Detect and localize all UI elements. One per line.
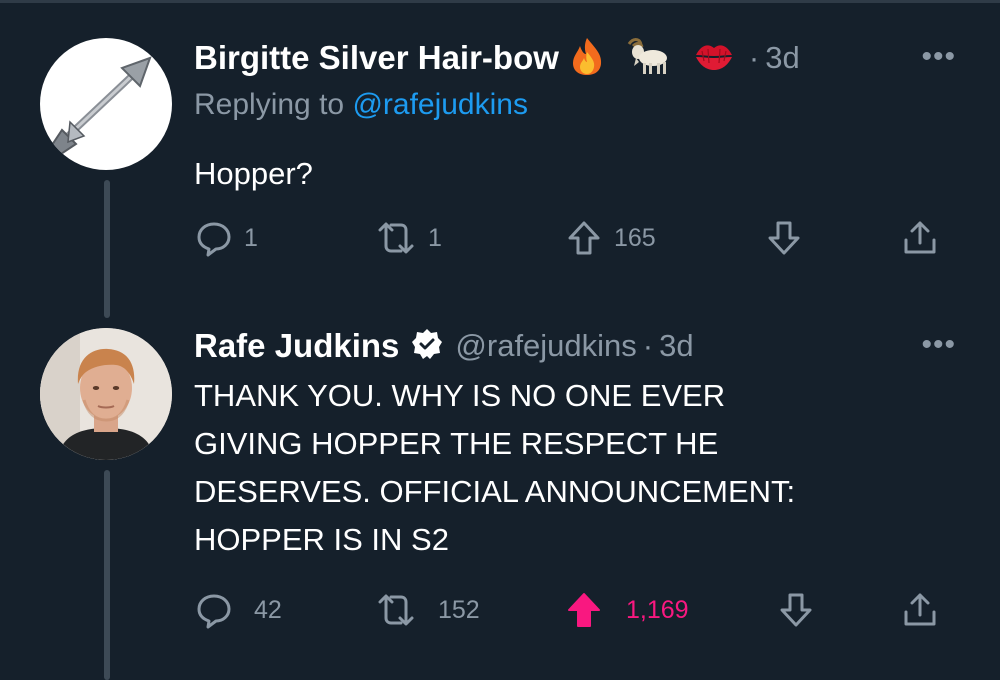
upvote-button[interactable]: 165 — [564, 218, 656, 258]
more-options-button[interactable]: ••• — [921, 40, 956, 74]
retweet-icon — [378, 594, 414, 626]
upvote-arrow-icon — [568, 221, 600, 255]
retweet-icon — [378, 222, 414, 254]
share-button[interactable] — [900, 218, 940, 258]
separator-dot: · — [748, 40, 760, 75]
replying-to-handle-link[interactable]: @rafejudkins — [352, 88, 528, 121]
timestamp[interactable]: 3d — [765, 40, 799, 76]
reply-icon — [197, 594, 231, 629]
downvote-arrow-icon — [768, 221, 800, 255]
tweet-rafe[interactable]: Rafe Judkins @rafejudkins · 3d ••• THANK… — [0, 318, 1000, 680]
tweet-text: THANK YOU. WHY IS NO ONE EVER GIVING HOP… — [194, 378, 796, 557]
share-button[interactable] — [900, 590, 940, 630]
reply-count: 42 — [254, 595, 282, 624]
retweet-count: 1 — [428, 223, 442, 252]
person-photo — [40, 328, 172, 460]
author-handle[interactable]: @rafejudkins — [455, 328, 636, 364]
upvote-count: 165 — [614, 223, 656, 252]
more-options-button[interactable]: ••• — [921, 328, 956, 362]
arrow-icon — [48, 56, 152, 158]
retweet-count: 152 — [438, 595, 480, 624]
upvote-button[interactable]: 1,169 — [564, 590, 689, 630]
share-icon — [904, 221, 936, 254]
author-name[interactable]: Birgitte Silver Hair-bow — [194, 39, 559, 77]
separator-dot: · — [642, 328, 654, 363]
goat-icon — [623, 36, 671, 81]
replying-to-label: Replying to — [194, 88, 345, 121]
downvote-arrow-icon — [780, 593, 812, 627]
tweet-text: Hopper? — [194, 156, 313, 191]
upvote-arrow-icon — [568, 593, 600, 627]
downvote-button[interactable] — [776, 590, 816, 630]
avatar[interactable] — [40, 38, 172, 170]
fire-icon — [569, 36, 605, 81]
timestamp[interactable]: 3d — [659, 328, 693, 364]
kiss-mark-icon — [693, 39, 735, 78]
action-bar: 1 1 165 — [194, 218, 954, 262]
retweet-button[interactable]: 152 — [374, 590, 480, 630]
upvote-count: 1,169 — [626, 595, 689, 624]
reply-count: 1 — [244, 223, 258, 252]
avatar[interactable] — [40, 328, 172, 460]
replying-to: Replying to @rafejudkins — [194, 88, 528, 122]
downvote-button[interactable] — [764, 218, 804, 258]
thread-connector — [104, 180, 110, 318]
reply-button[interactable]: 42 — [194, 590, 282, 630]
tweet-birgitte[interactable]: Birgitte Silver Hair-bow · 3d ••• Replyi… — [0, 0, 1000, 318]
thread-connector — [104, 470, 110, 680]
verified-badge-icon — [411, 328, 443, 365]
reply-icon — [197, 222, 231, 257]
author-name[interactable]: Rafe Judkins — [194, 327, 399, 365]
retweet-button[interactable]: 1 — [374, 218, 442, 258]
share-icon — [904, 593, 936, 626]
action-bar: 42 152 1,169 — [194, 590, 954, 634]
reply-button[interactable]: 1 — [194, 218, 258, 258]
